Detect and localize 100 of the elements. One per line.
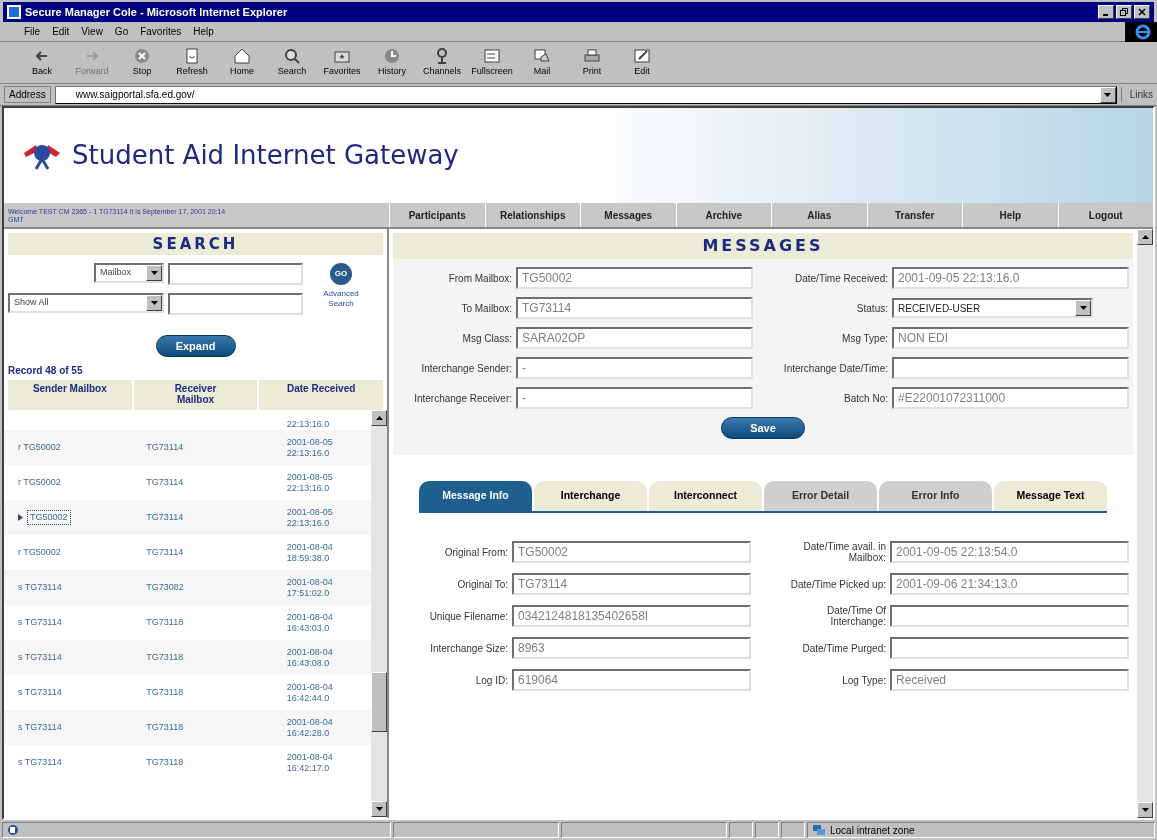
save-button[interactable]: Save <box>721 417 805 439</box>
readonly-field[interactable]: TG73114 <box>512 573 751 595</box>
readonly-field[interactable]: NON EDI <box>892 327 1129 349</box>
readonly-field[interactable] <box>890 605 1129 627</box>
readonly-field[interactable]: #E22001072311000 <box>892 387 1129 409</box>
tab[interactable]: Message Info <box>419 481 532 511</box>
tab[interactable]: Interchange <box>534 481 647 511</box>
mailbox-select[interactable]: Mailbox <box>94 263 164 283</box>
table-cell-text: s TG73114 <box>18 580 62 594</box>
toolbar-button[interactable]: Channels <box>424 46 460 79</box>
table-cell-text: 2001-08-04 16:43:03.0 <box>286 611 334 634</box>
filter-field[interactable] <box>168 293 303 315</box>
nav-link[interactable]: Logout <box>1057 203 1153 227</box>
toolbar-button[interactable]: Stop <box>124 46 160 79</box>
table-row[interactable]: r TG50002 TG73114 2001-08-05 22:13:16.0 <box>4 430 371 465</box>
menu-item[interactable]: Favorites <box>140 24 182 39</box>
tab[interactable]: Interconnect <box>649 481 762 511</box>
status-select[interactable]: RECEIVED-USER <box>892 298 1093 318</box>
readonly-field[interactable]: TG50002 <box>516 267 753 289</box>
print-icon <box>583 46 601 65</box>
tab[interactable]: Message Text <box>994 481 1107 511</box>
table-cell-text: 2001-08-04 16:43:08.0 <box>286 646 334 669</box>
readonly-field[interactable]: - <box>516 357 753 379</box>
dropdown-arrow-button[interactable] <box>1099 86 1116 103</box>
address-field[interactable]: www.saigportal.sfa.ed.gov/ <box>54 85 1117 104</box>
scrollbar[interactable] <box>371 410 387 817</box>
toolbar-button[interactable]: Refresh <box>174 46 210 79</box>
nav-link[interactable]: Transfer <box>866 203 962 227</box>
table-cell: TG73118 <box>146 651 184 662</box>
toolbar-button[interactable]: Home <box>224 46 260 79</box>
nav-link[interactable]: Participants <box>389 203 485 227</box>
table-cell-text: r TG50002 <box>18 440 61 454</box>
nav-link[interactable]: Alias <box>771 203 867 227</box>
restore-button[interactable] <box>1116 5 1132 19</box>
toolbar-button[interactable]: Favorites <box>324 46 360 79</box>
search-field[interactable] <box>168 263 303 285</box>
nav-link[interactable]: Messages <box>580 203 676 227</box>
current-row-icon <box>18 514 23 521</box>
go-button[interactable]: GO <box>330 263 352 285</box>
toolbar-button[interactable]: Edit <box>624 46 660 79</box>
table-row[interactable]: s TG73114 TG73118 2001-08-04 16:42:28.0 <box>4 710 371 745</box>
table-cell-text: 22:13:16.0 <box>286 419 331 430</box>
readonly-field[interactable]: 619064 <box>512 669 751 691</box>
toolbar-button[interactable]: Search <box>274 46 310 79</box>
scrollbar[interactable] <box>1137 229 1153 818</box>
scroll-thumb[interactable] <box>371 672 387 732</box>
toolbar-button[interactable]: History <box>374 46 410 79</box>
readonly-field[interactable]: SARA02OP <box>516 327 753 349</box>
field-label: Interchange Sender: <box>420 362 512 374</box>
menu-item[interactable]: View <box>81 24 103 39</box>
readonly-field[interactable]: - <box>516 387 753 409</box>
table-row[interactable]: s TG73114 TG73082 2001-08-04 17:51:02.0 <box>4 570 371 605</box>
table-cell: TG73114 <box>146 546 184 557</box>
nav-link[interactable]: Relationships <box>484 203 580 227</box>
readonly-field[interactable]: 2001-09-05 22:13:16.0 <box>892 267 1129 289</box>
minimize-button[interactable] <box>1098 5 1114 19</box>
readonly-field[interactable]: Received <box>890 669 1129 691</box>
field-label: Original To: <box>456 578 508 590</box>
readonly-field[interactable]: TG73114 <box>516 297 753 319</box>
readonly-field[interactable]: 8963 <box>512 637 751 659</box>
field-label: Original From: <box>443 546 508 558</box>
caret-icon <box>1079 306 1087 310</box>
field-label: Log Type: <box>841 674 886 686</box>
field-label: Interchange Date/Time: <box>782 362 888 374</box>
menu-item[interactable]: File <box>24 24 41 39</box>
readonly-field[interactable]: 2001-09-05 22:13:54.0 <box>890 541 1129 563</box>
toolbar-button[interactable]: Back <box>24 46 60 79</box>
column-header[interactable]: Date Received <box>259 380 383 410</box>
table-row[interactable]: TG50002 TG73114 2001-08-05 22:13:16.0 <box>4 500 371 535</box>
menu-item[interactable]: Go <box>114 24 129 39</box>
readonly-field[interactable] <box>892 357 1129 379</box>
readonly-field[interactable] <box>890 637 1129 659</box>
table-cell-text: r TG50002 <box>18 475 61 489</box>
nav-link[interactable]: Archive <box>675 203 771 227</box>
scroll-down-icon <box>375 807 383 811</box>
links-button[interactable]: Links <box>1120 87 1153 102</box>
stop-icon <box>133 46 151 65</box>
column-header[interactable]: Receiver Mailbox <box>133 380 258 410</box>
toolbar-button[interactable]: Mail <box>524 46 560 79</box>
table-cell-text: 2001-08-04 18:59:38.0 <box>286 541 334 564</box>
field-label: From Mailbox: <box>447 272 512 284</box>
menu-item[interactable]: Edit <box>52 24 70 39</box>
nav-link[interactable]: Help <box>962 203 1058 227</box>
status-bar-panel <box>729 822 753 838</box>
readonly-field[interactable]: 0342124818135402658I <box>512 605 751 627</box>
menu-item[interactable]: Help <box>193 24 214 39</box>
table-row[interactable]: s TG73114 TG73118 2001-08-04 16:43:08.0 <box>4 640 371 675</box>
search-icon <box>283 46 301 65</box>
expand-button[interactable]: Expand <box>155 335 236 357</box>
close-button[interactable] <box>1134 5 1150 19</box>
toolbar-button[interactable]: Print <box>574 46 610 79</box>
column-header[interactable]: Sender Mailbox <box>8 380 132 410</box>
dropdown-arrow-button[interactable] <box>1075 300 1091 316</box>
readonly-field[interactable]: 2001-09-06 21:34:13.0 <box>890 573 1129 595</box>
table-cell: TG73118 <box>146 616 184 627</box>
filter-select[interactable]: Show All <box>8 293 164 313</box>
readonly-field[interactable]: TG50002 <box>512 541 751 563</box>
dropdown-arrow-button[interactable] <box>146 265 162 281</box>
advanced-search-link[interactable]: Advanced Search <box>319 289 363 309</box>
dropdown-arrow-button[interactable] <box>146 295 162 311</box>
